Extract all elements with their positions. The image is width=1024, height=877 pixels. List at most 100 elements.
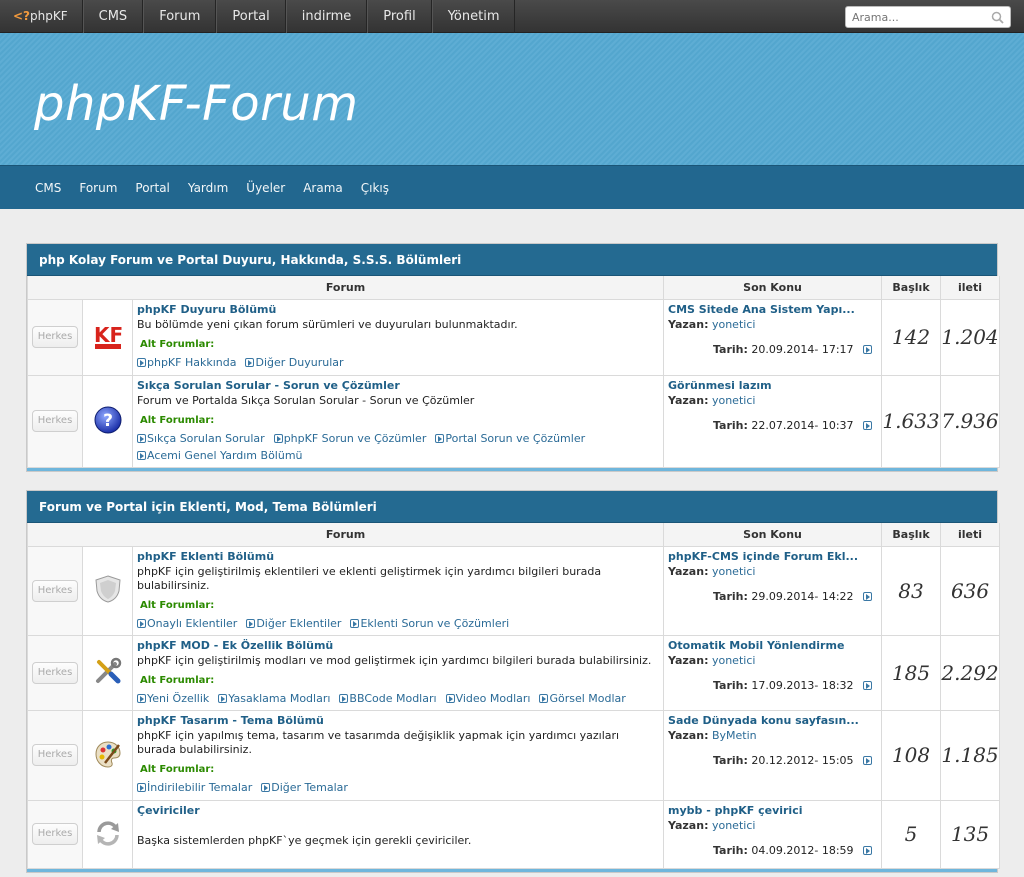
sub-nav-forum[interactable]: Forum: [70, 181, 126, 195]
subforum-label: BBCode Modları: [349, 691, 437, 705]
sub-nav-portal[interactable]: Portal: [126, 181, 178, 195]
subforums-label: Alt Forumlar:: [140, 674, 215, 686]
author-link[interactable]: yonetici: [712, 819, 755, 832]
author-link[interactable]: yonetici: [712, 318, 755, 331]
date-value: 22.07.2014- 10:37: [751, 418, 854, 432]
forum-description: phpKF için yapılmış tema, tasarım ve tas…: [137, 728, 620, 756]
last-topic-link[interactable]: Otomatik Mobil Yönlendirme: [668, 639, 877, 653]
date-label: Tarih:: [712, 678, 748, 692]
logo-prefix: <?: [13, 9, 31, 23]
col-forum: Forum: [26, 276, 665, 300]
forum-title-link[interactable]: phpKF MOD - Ek Özellik Bölümü: [137, 639, 659, 653]
top-nav-indirme[interactable]: indirme: [285, 0, 368, 33]
subforum-link-yeni-ozellik[interactable]: Yeni Özellik: [137, 690, 209, 707]
forum-row: Herkes? Sıkça Sorulan Sorular - Sorun ve …: [27, 374, 1001, 468]
top-logo[interactable]: <?phpKF: [0, 0, 83, 33]
subforum-link-diger-eklentiler[interactable]: Diğer Eklentiler: [246, 615, 341, 632]
last-topic-author: Yazan: ByMetin: [668, 729, 877, 743]
shield-icon: [93, 575, 123, 607]
go-to-last-post-icon[interactable]: [863, 845, 873, 855]
arrow-icon: [137, 782, 146, 792]
go-to-last-post-icon[interactable]: [863, 420, 873, 430]
last-topic-link[interactable]: Görünmesi lazım: [668, 379, 877, 393]
subforum-link-gorsel-modlar[interactable]: Görsel Modlar: [539, 690, 626, 707]
author-link[interactable]: yonetici: [712, 654, 755, 667]
forum-row: Herkes KF phpKF Duyuru Bölümü Bu bölümde ye…: [27, 298, 1001, 376]
sub-nav: CMS Forum Portal Yardım Üyeler Arama Çık…: [0, 165, 1024, 209]
svg-text:?: ?: [103, 411, 113, 431]
forum-title-link[interactable]: phpKF Eklenti Bölümü: [137, 550, 659, 564]
sub-nav-uyeler[interactable]: Üyeler: [237, 181, 294, 195]
sub-nav-cms[interactable]: CMS: [26, 181, 70, 195]
forum-title-link[interactable]: Çeviriciler: [137, 804, 659, 818]
table-header: Forum Son Konu Başlık ileti: [26, 276, 1001, 300]
last-topic-cell: Sade Dünyada konu sayfasın... Yazan: ByMe…: [663, 709, 883, 801]
last-topic-link[interactable]: mybb - phpKF çevirici: [668, 804, 877, 818]
arrow-icon: [539, 693, 549, 703]
permission-cell: Herkes: [27, 545, 83, 636]
top-nav-cms[interactable]: CMS: [82, 0, 144, 33]
sub-nav-arama[interactable]: Arama: [294, 181, 352, 195]
forum-info: phpKF Tasarım - Tema Bölümü phpKF için ya…: [131, 709, 665, 801]
forum-title-link[interactable]: Sıkça Sorulan Sorular - Sorun ve Çözümle…: [137, 379, 659, 393]
author-label: Yazan:: [668, 728, 709, 742]
forum-info: phpKF Duyuru Bölümü Bu bölümde yeni çıkan…: [131, 298, 665, 376]
topic-count: 185: [881, 634, 942, 711]
forum-title-link[interactable]: phpKF Tasarım - Tema Bölümü: [137, 714, 659, 728]
permission-badge: Herkes: [32, 579, 78, 602]
author-link[interactable]: yonetici: [712, 565, 755, 578]
forum-title-link[interactable]: phpKF Duyuru Bölümü: [137, 303, 659, 317]
subforum-link-diger-duyurular[interactable]: Diğer Duyurular: [245, 354, 344, 371]
subforum-link-yasaklama-modlar[interactable]: Yasaklama Modları: [218, 690, 330, 707]
subforum-link-onayl-eklentiler[interactable]: Onaylı Eklentiler: [137, 615, 237, 632]
author-link[interactable]: yonetici: [712, 394, 755, 407]
subforum-link-bbcode-modlar[interactable]: BBCode Modları: [339, 690, 437, 707]
last-topic-date: Tarih: 17.09.2013- 18:32: [713, 679, 873, 692]
subforum-list: Sıkça Sorulan Sorular phpKF Sorun ve Çözü…: [137, 430, 659, 464]
subforum-label: Video Modları: [455, 691, 531, 705]
subforum-link-portal-sorun-ve-cozumler[interactable]: Portal Sorun ve Çözümler: [435, 430, 585, 447]
forum-table: Forum Son Konu Başlık ileti Herkes phpKF Ekle…: [26, 523, 1001, 869]
top-nav-yonetim[interactable]: Yönetim: [431, 0, 516, 33]
subforum-label: Sıkça Sorulan Sorular: [147, 431, 265, 445]
subforum-link-phpkf-sorun-ve-cozumler[interactable]: phpKF Sorun ve Çözümler: [273, 430, 426, 447]
last-topic-link[interactable]: phpKF-CMS içinde Forum Ekl...: [668, 550, 877, 564]
sub-nav-yardim[interactable]: Yardım: [179, 181, 237, 195]
subforum-list: Yeni Özellik Yasaklama Modları BBCode Modl…: [137, 690, 659, 707]
subforum-label: Diğer Eklentiler: [256, 616, 342, 630]
permission-cell: Herkes: [27, 298, 83, 376]
go-to-last-post-icon[interactable]: [863, 755, 873, 765]
author-link[interactable]: ByMetin: [712, 729, 757, 742]
permission-badge: Herkes: [32, 823, 78, 845]
arrow-icon: [137, 450, 146, 460]
subforum-link-indirilebilir-temalar[interactable]: İndirilebilir Temalar: [137, 779, 252, 796]
top-nav-portal[interactable]: Portal: [216, 0, 286, 33]
search-input[interactable]: [852, 8, 987, 26]
top-nav-profil[interactable]: Profil: [367, 0, 432, 33]
author-label: Yazan:: [668, 393, 709, 407]
last-topic-link[interactable]: Sade Dünyada konu sayfasın...: [668, 714, 877, 728]
subforum-link-diger-temalar[interactable]: Diğer Temalar: [261, 779, 348, 796]
subforum-link-video-modlar[interactable]: Video Modları: [445, 690, 531, 707]
last-topic-link[interactable]: CMS Sitede Ana Sistem Yapı...: [668, 303, 877, 317]
date-label: Tarih:: [712, 753, 748, 767]
site-title[interactable]: phpKF-Forum: [34, 76, 359, 132]
subforum-label: Eklenti Sorun ve Çözümleri: [360, 616, 510, 630]
sub-nav-cikis[interactable]: Çıkış: [352, 181, 398, 195]
go-to-last-post-icon[interactable]: [863, 680, 873, 690]
subforums-label: Alt Forumlar:: [140, 763, 215, 775]
arrow-icon: [435, 433, 445, 443]
subforum-link-phpkf-hakk-nda[interactable]: phpKF Hakkında: [137, 354, 236, 371]
forum-table: Forum Son Konu Başlık ileti Herkes KF phpKF Du…: [26, 276, 1001, 468]
go-to-last-post-icon[interactable]: [863, 344, 873, 354]
subforum-link-s-kca-sorulan-sorular[interactable]: Sıkça Sorulan Sorular: [137, 430, 265, 447]
go-to-last-post-icon[interactable]: [863, 591, 873, 601]
subforum-label: Görsel Modlar: [549, 691, 626, 705]
subforum-link-eklenti-sorun-ve-cozumleri[interactable]: Eklenti Sorun ve Çözümleri: [350, 615, 509, 632]
search-icon[interactable]: [991, 11, 1004, 24]
subforum-link-acemi-genel-yard-m-bolumu[interactable]: Acemi Genel Yardım Bölümü: [137, 447, 303, 464]
col-forum: Forum: [26, 523, 665, 547]
permission-badge: Herkes: [32, 326, 78, 348]
forum-icon-cell: [82, 545, 133, 636]
top-nav-forum[interactable]: Forum: [143, 0, 217, 33]
